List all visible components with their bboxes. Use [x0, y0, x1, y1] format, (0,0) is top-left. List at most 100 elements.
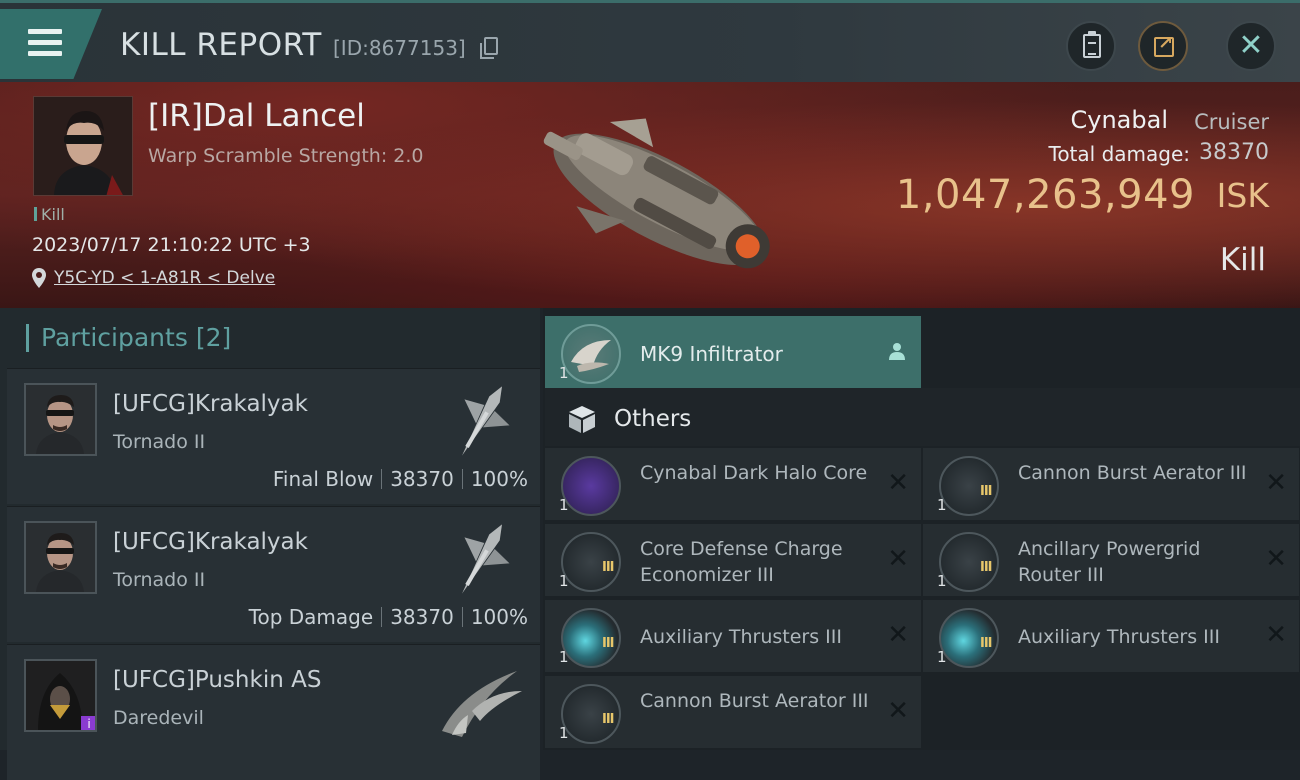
- participant-damage: 38370: [390, 605, 454, 629]
- item-slot[interactable]: 1 III Cannon Burst Aerator III ✕: [923, 448, 1299, 520]
- participant-name[interactable]: [UFCG]Krakalyak: [113, 391, 308, 417]
- cube-icon: [569, 406, 595, 433]
- item-slot[interactable]: 1 III Auxiliary Thrusters III ✕: [545, 600, 921, 672]
- close-icon: ✕: [1238, 28, 1264, 63]
- victim-ship-class: Cruiser: [1194, 110, 1269, 134]
- item-tier: III: [980, 484, 992, 499]
- item-name: Auxiliary Thrusters III: [640, 626, 842, 648]
- participant-percent: 100%: [470, 605, 528, 629]
- participant-stats: Top Damage 38370 100%: [249, 605, 528, 629]
- participant-ship: Tornado II: [113, 569, 206, 591]
- participant-stats: Final Blow 38370 100%: [273, 467, 528, 491]
- clipboard-icon: [1083, 31, 1101, 58]
- share-button[interactable]: [1138, 21, 1188, 71]
- pod-row[interactable]: 1 MK9 Infiltrator: [545, 316, 921, 388]
- separator: [381, 469, 383, 489]
- item-qty: 1: [559, 648, 569, 666]
- participant-row[interactable]: [UFCG]Krakalyak Tornado II Final Blow 383…: [7, 368, 540, 504]
- destroyed-icon: ✕: [1265, 544, 1287, 574]
- total-damage-label: Total damage:: [1048, 142, 1191, 166]
- item-tier: III: [602, 636, 614, 651]
- participant-role: Final Blow: [272, 467, 374, 491]
- destroyed-icon: ✕: [887, 696, 909, 726]
- separator: [461, 469, 463, 489]
- participant-ship: Tornado II: [113, 431, 206, 453]
- menu-button[interactable]: [0, 9, 102, 79]
- item-slot[interactable]: 1 III Auxiliary Thrusters III ✕: [923, 600, 1299, 672]
- kill-time: 2023/07/17 21:10:22 UTC +3: [32, 234, 311, 256]
- participant-row[interactable]: i [UFCG]Pushkin AS Daredevil: [7, 644, 540, 780]
- item-name: Ancillary Powergrid Router III: [1018, 538, 1201, 586]
- destroyed-icon: ✕: [887, 468, 909, 498]
- item-qty: 1: [559, 496, 569, 514]
- item-name: Cannon Burst Aerator III: [640, 690, 869, 712]
- victim-portrait[interactable]: [33, 96, 133, 196]
- isk-unit: ISK: [1216, 176, 1269, 215]
- item-qty: 1: [937, 496, 947, 514]
- victim-banner: [IR]Dal Lancel Warp Scramble Strength: 2…: [0, 82, 1300, 308]
- hamburger-menu-icon: [28, 29, 62, 34]
- victim-ship-image[interactable]: [520, 92, 790, 302]
- item-qty: 1: [937, 648, 947, 666]
- person-icon: [889, 343, 905, 360]
- participant-portrait[interactable]: [24, 521, 97, 594]
- pod-name: MK9 Infiltrator: [640, 342, 783, 366]
- isk-value: 1,047,263,949: [895, 172, 1195, 218]
- separator: [461, 607, 463, 627]
- result-label: Kill: [1219, 242, 1266, 278]
- participant-ship-image[interactable]: [422, 651, 532, 743]
- page-title: KILL REPORT: [120, 27, 322, 63]
- items-panel: 1 MK9 Infiltrator Others 1 Cynabal Dark …: [543, 308, 1300, 750]
- hamburger-menu-icon-bar: [28, 40, 62, 45]
- core-icon: [561, 456, 621, 516]
- participant-name[interactable]: [UFCG]Pushkin AS: [113, 667, 321, 693]
- others-section-header: Others: [545, 388, 1300, 446]
- item-name: Auxiliary Thrusters III: [1018, 626, 1220, 648]
- participant-portrait[interactable]: [24, 383, 97, 456]
- location-pin-icon: [32, 268, 46, 288]
- participant-name[interactable]: [UFCG]Krakalyak: [113, 529, 308, 555]
- hamburger-menu-icon-bar: [28, 51, 62, 56]
- participants-panel: Participants [2] [UFCG]Krakalyak Tornado…: [0, 308, 540, 780]
- participant-ship-image[interactable]: [437, 375, 527, 467]
- report-id: [ID:8677153]: [333, 36, 466, 60]
- participants-header: Participants [2]: [26, 324, 231, 352]
- participant-row[interactable]: [UFCG]Krakalyak Tornado II Top Damage 383…: [7, 506, 540, 642]
- item-slot[interactable]: 1 III Cannon Burst Aerator III ✕: [545, 676, 921, 748]
- clipboard-button[interactable]: [1066, 21, 1116, 71]
- victim-name[interactable]: [IR]Dal Lancel: [148, 98, 365, 134]
- participant-percent: 100%: [470, 467, 528, 491]
- participant-ship-image[interactable]: [437, 513, 527, 605]
- item-name: Core Defense Charge Economizer III: [640, 538, 843, 586]
- destroyed-icon: ✕: [1265, 620, 1287, 650]
- others-label: Others: [614, 406, 692, 432]
- copy-icon[interactable]: [480, 37, 498, 59]
- participants-count: [2]: [195, 323, 232, 352]
- info-icon[interactable]: i: [81, 716, 95, 730]
- share-icon: [1154, 33, 1174, 57]
- close-button[interactable]: ✕: [1226, 21, 1276, 71]
- item-slot[interactable]: 1 Cynabal Dark Halo Core ✕: [545, 448, 921, 520]
- destroyed-icon: ✕: [887, 544, 909, 574]
- pod-icon: [561, 324, 621, 384]
- item-name: Cannon Burst Aerator III: [1018, 462, 1247, 484]
- participants-label: Participants: [41, 323, 188, 352]
- destroyed-icon: ✕: [887, 620, 909, 650]
- item-tier: III: [980, 560, 992, 575]
- item-tier: III: [980, 636, 992, 651]
- item-slot[interactable]: 1 III Ancillary Powergrid Router III ✕: [923, 524, 1299, 596]
- destroyed-icon: ✕: [1265, 468, 1287, 498]
- item-slot[interactable]: 1 III Core Defense Charge Economizer III…: [545, 524, 921, 596]
- participant-role: Top Damage: [248, 605, 374, 629]
- participant-damage: 38370: [390, 467, 454, 491]
- total-damage-value: 38370: [1199, 140, 1269, 165]
- pod-qty: 1: [559, 364, 569, 382]
- location-link[interactable]: Y5C-YD < 1-A81R < Delve: [54, 268, 275, 288]
- title-bar: KILL REPORT [ID:8677153] ✕: [0, 0, 1300, 82]
- item-name: Cynabal Dark Halo Core: [640, 462, 868, 484]
- item-tier: III: [602, 712, 614, 727]
- participant-portrait[interactable]: i: [24, 659, 97, 732]
- item-qty: 1: [559, 572, 569, 590]
- victim-ship-name: Cynabal: [1070, 106, 1169, 134]
- item-qty: 1: [937, 572, 947, 590]
